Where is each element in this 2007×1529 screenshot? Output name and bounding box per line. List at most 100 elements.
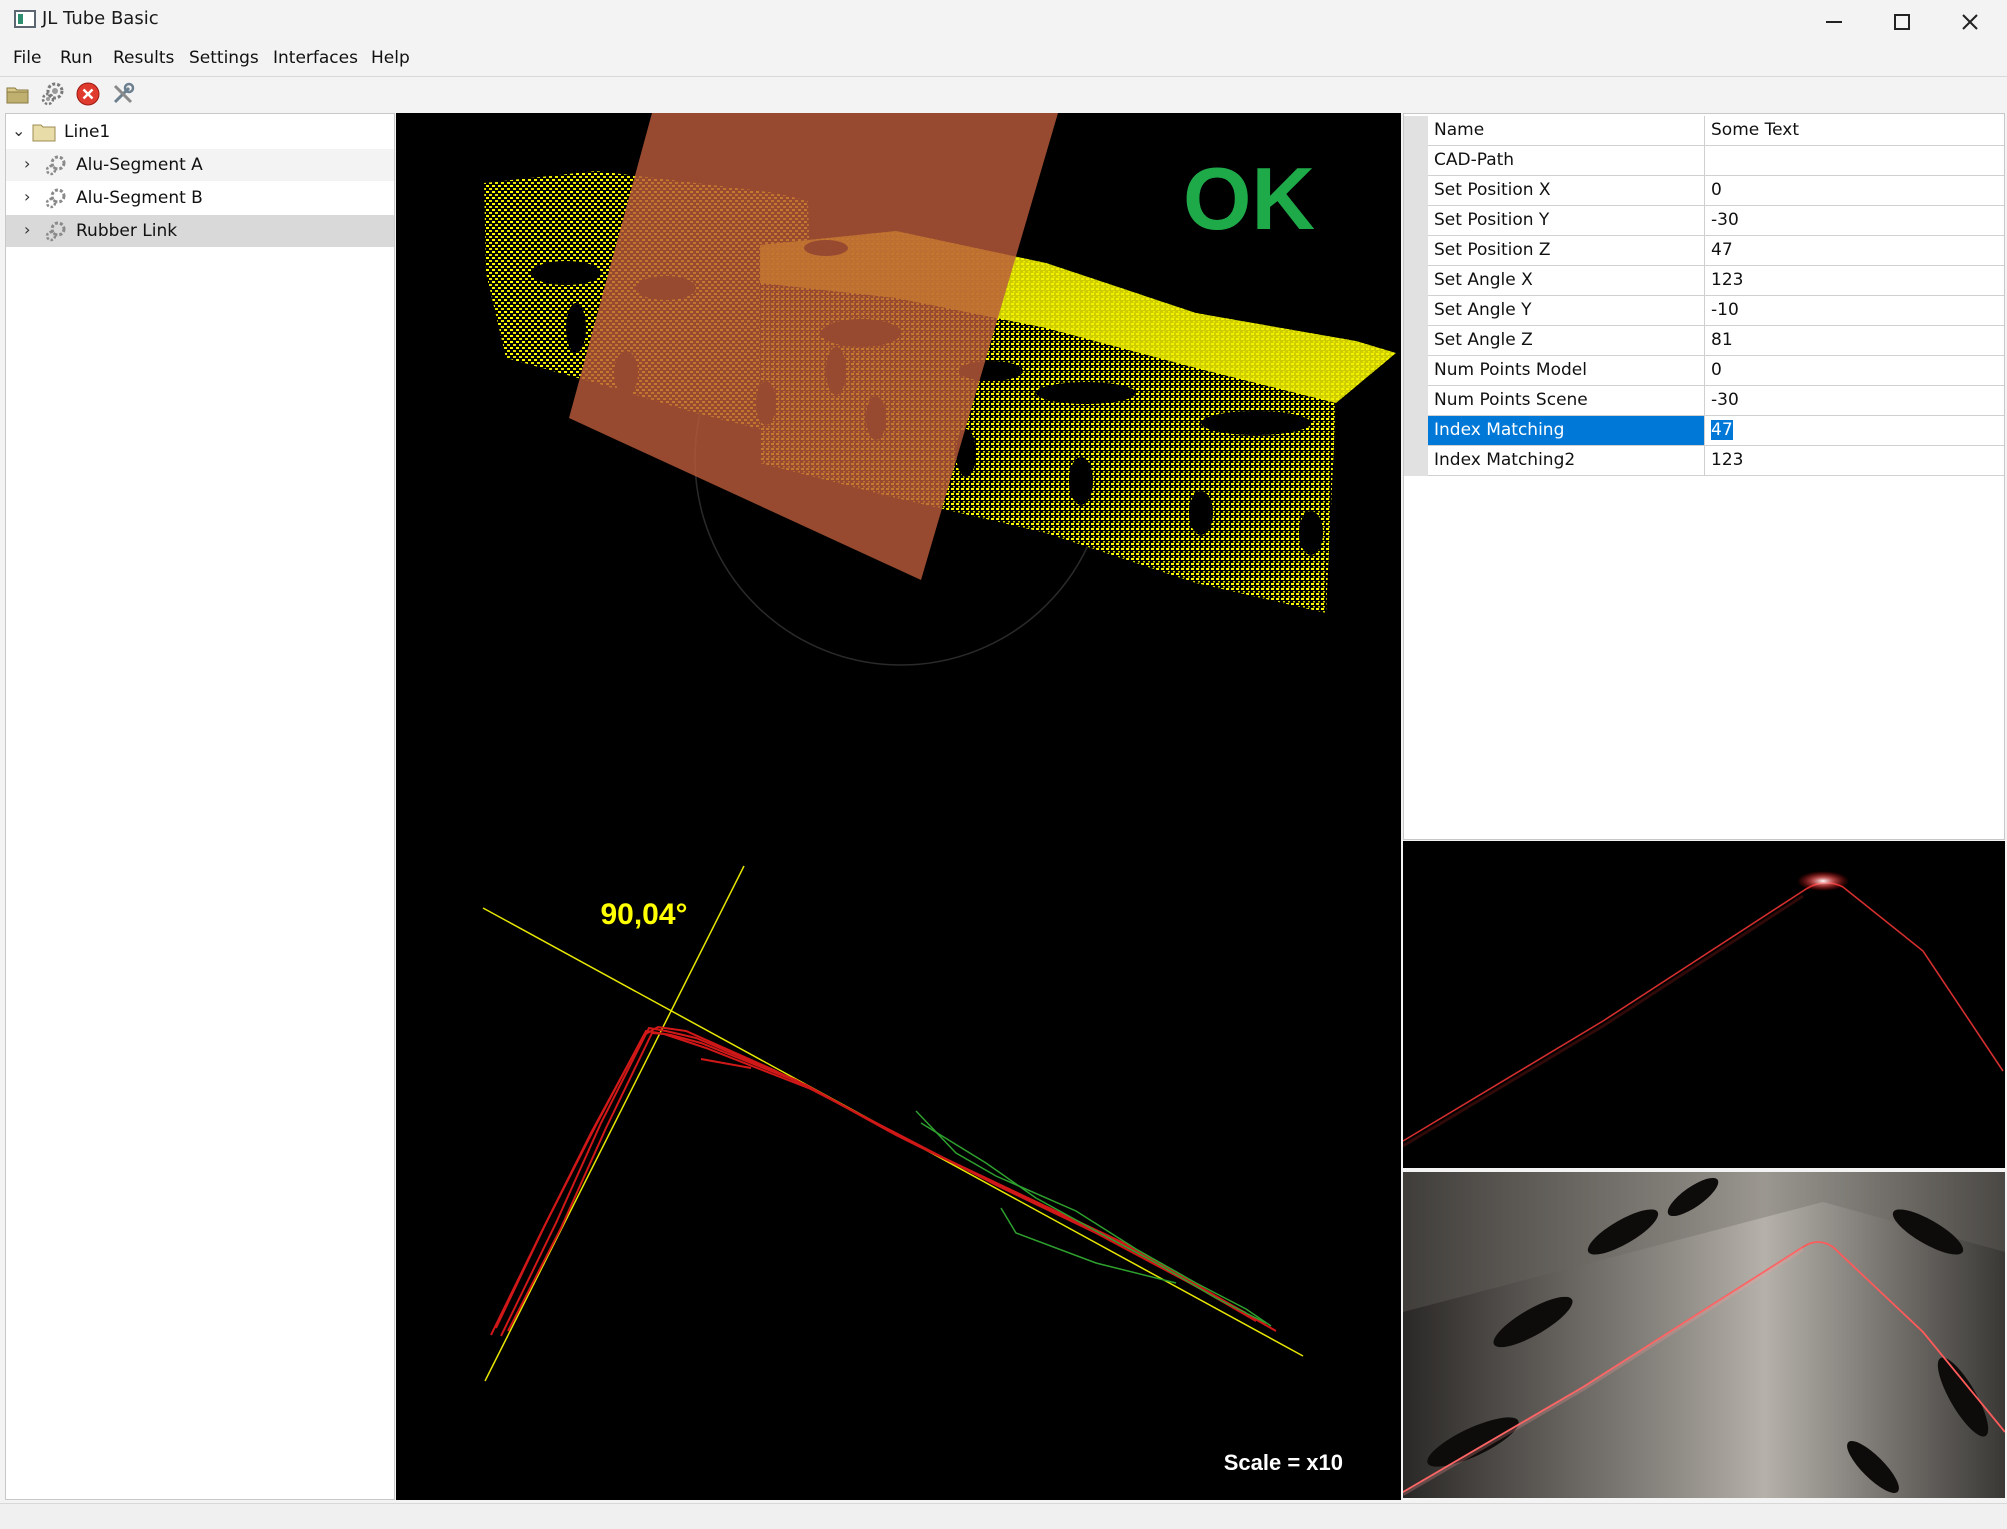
tree-item-label: Alu-Segment A (76, 155, 203, 175)
tree-item-alu-segment-b[interactable]: › Alu-Segment B (6, 182, 394, 214)
property-value: -30 (1711, 210, 1739, 230)
viewer-canvas: OK 90,04° Scale = x10 (482, 113, 1396, 1475)
property-value: 47 (1711, 240, 1733, 260)
tree-item-rubber-link[interactable]: › Rubber Link (6, 215, 394, 247)
property-row-gutter (1404, 176, 1428, 206)
tree-item-label: Line1 (64, 122, 111, 142)
angle-measurement-label: 90,04° (600, 898, 687, 931)
app-icon (14, 10, 36, 28)
property-value-field[interactable]: 47 (1705, 416, 2004, 446)
gears-icon (41, 82, 64, 106)
inspection-status: OK (1183, 149, 1315, 248)
stop-button[interactable] (75, 81, 101, 107)
property-row[interactable]: Num Points Scene -30 (1404, 386, 2004, 416)
property-row-gutter (1404, 416, 1428, 446)
property-row[interactable]: Set Angle X 123 (1404, 266, 2004, 296)
property-value-field[interactable] (1705, 146, 2004, 176)
property-row[interactable]: Set Position X 0 (1404, 176, 2004, 206)
open-button[interactable] (5, 81, 31, 107)
property-value-field[interactable]: -30 (1705, 386, 2004, 416)
property-row-gutter (1404, 296, 1428, 326)
property-value: -30 (1711, 390, 1739, 410)
property-value-field[interactable]: 123 (1705, 266, 2004, 296)
minimize-icon (1826, 20, 1842, 23)
close-button[interactable] (1936, 0, 2004, 40)
property-name: Set Position X (1428, 176, 1705, 206)
property-value: 0 (1711, 360, 1722, 380)
property-row-gutter (1404, 146, 1428, 176)
property-value-field[interactable]: -10 (1705, 296, 2004, 326)
menu-help[interactable]: Help (371, 48, 410, 68)
menu-bar: File Run Results Settings Interfaces Hel… (0, 42, 2007, 74)
menu-file[interactable]: File (13, 48, 41, 68)
measured-profile (490, 1025, 1277, 1337)
property-row[interactable]: Set Position Z 47 (1404, 236, 2004, 266)
tools-icon (113, 82, 135, 104)
property-row-gutter (1404, 266, 1428, 296)
property-row[interactable]: Name Some Text (1404, 116, 2004, 146)
property-value-field[interactable]: 0 (1705, 356, 2004, 386)
minimize-button[interactable] (1800, 0, 1868, 40)
property-value: 47 (1711, 420, 1733, 440)
property-row[interactable]: CAD-Path (1404, 146, 2004, 176)
property-value: 123 (1711, 270, 1744, 290)
chevron-right-icon[interactable]: › (24, 154, 30, 173)
property-row-gutter (1404, 446, 1428, 476)
tools-button[interactable] (110, 81, 136, 107)
gears-icon (45, 155, 66, 176)
property-row[interactable]: Index Matching2 123 (1404, 446, 2004, 476)
maximize-icon (1894, 13, 1910, 30)
gears-icon (45, 221, 66, 242)
chevron-down-icon[interactable]: ⌄ (12, 121, 25, 140)
property-value: -10 (1711, 300, 1739, 320)
property-row-gutter (1404, 116, 1428, 146)
menu-run[interactable]: Run (60, 48, 93, 68)
property-value-field[interactable]: 0 (1705, 176, 2004, 206)
property-value-field[interactable]: 123 (1705, 446, 2004, 476)
folder-icon (32, 124, 56, 142)
chevron-right-icon[interactable]: › (24, 220, 30, 239)
property-value-field[interactable]: -30 (1705, 206, 2004, 236)
project-tree: ⌄ Line1 › Alu-Segment A › Alu-Segment B … (5, 113, 395, 1500)
3d-viewer[interactable]: OK 90,04° Scale = x10 (396, 113, 1401, 1500)
property-name: Set Angle Y (1428, 296, 1705, 326)
property-name: Index Matching2 (1428, 446, 1705, 476)
property-value: 123 (1711, 450, 1744, 470)
property-name: Set Angle Z (1428, 326, 1705, 356)
toolbar (0, 76, 2007, 110)
scale-label: Scale = x10 (1224, 1450, 1343, 1475)
property-row[interactable]: Set Angle Y -10 (1404, 296, 2004, 326)
property-row-gutter (1404, 386, 1428, 416)
tree-item-alu-segment-a[interactable]: › Alu-Segment A (6, 149, 394, 181)
property-value-field[interactable]: 81 (1705, 326, 2004, 356)
property-value-field[interactable]: 47 (1705, 236, 2004, 266)
configure-button[interactable] (40, 81, 66, 107)
chevron-right-icon[interactable]: › (24, 187, 30, 206)
title-bar: JL Tube Basic (0, 0, 2007, 40)
property-name: Num Points Scene (1428, 386, 1705, 416)
property-row-gutter (1404, 356, 1428, 386)
property-row[interactable]: Num Points Model 0 (1404, 356, 2004, 386)
property-row[interactable]: Set Position Y -30 (1404, 206, 2004, 236)
tube-photo-picture (1403, 1172, 2005, 1498)
maximize-button[interactable] (1868, 0, 1936, 40)
gears-icon (45, 188, 66, 209)
property-name: Num Points Model (1428, 356, 1705, 386)
tree-item-label: Rubber Link (76, 221, 178, 241)
laser-line-picture (1403, 841, 2005, 1168)
open-folder-icon (6, 87, 29, 104)
property-row[interactable]: Set Angle Z 81 (1404, 326, 2004, 356)
property-row[interactable]: Index Matching 47 (1404, 416, 2004, 446)
property-value: Some Text (1711, 120, 1799, 140)
property-value: 81 (1711, 330, 1733, 350)
stop-icon (76, 82, 100, 106)
tree-item-line1[interactable]: ⌄ Line1 (6, 116, 394, 148)
property-name: Set Position Y (1428, 206, 1705, 236)
menu-settings[interactable]: Settings (189, 48, 259, 68)
property-value: 0 (1711, 180, 1722, 200)
property-name: Set Angle X (1428, 266, 1705, 296)
menu-results[interactable]: Results (113, 48, 174, 68)
property-value-field[interactable]: Some Text (1705, 116, 2004, 146)
menu-interfaces[interactable]: Interfaces (273, 48, 358, 68)
close-icon (1962, 13, 1978, 30)
